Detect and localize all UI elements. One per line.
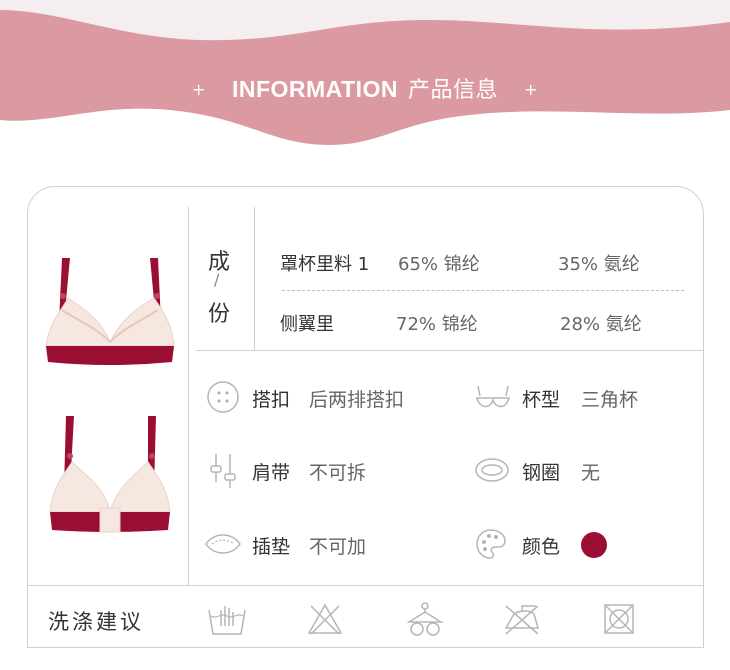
attr-clasp-label: 搭扣 — [252, 389, 291, 411]
divider-comp-dashed — [282, 290, 684, 291]
composition-row-1-name: 罩杯里料 1 — [280, 254, 370, 275]
divider-vertical-comp — [254, 207, 255, 350]
strap-icon — [210, 454, 236, 488]
cup-shape-icon — [476, 385, 510, 408]
divider-vertical-left — [188, 207, 189, 585]
attr-wire-value: 无 — [581, 462, 601, 484]
composition-row-2-v2: 28% 氨纶 — [560, 314, 642, 335]
product-front-image — [45, 258, 175, 365]
composition-row-1-v1: 65% 锦纶 — [398, 254, 480, 275]
composition-label-slash: / — [214, 270, 220, 289]
attr-strap-label: 肩带 — [252, 462, 291, 484]
hand-wash-icon — [208, 606, 246, 635]
attr-pad-value: 不可加 — [309, 536, 367, 558]
no-tumble-dry-icon — [604, 604, 634, 634]
attr-strap-value: 不可拆 — [309, 462, 367, 484]
care-label: 洗涤建议 — [48, 610, 144, 634]
divider-care-top — [27, 585, 704, 586]
color-swatch — [581, 532, 607, 558]
title-cn: 产品信息 — [408, 78, 499, 103]
composition-row-2-v1: 72% 锦纶 — [396, 314, 478, 335]
no-iron-icon — [504, 605, 539, 635]
title-en: INFORMATION — [231, 76, 399, 102]
attr-color-label: 颜色 — [522, 536, 561, 558]
composition-row-1-v2: 35% 氨纶 — [558, 254, 640, 275]
underwire-icon — [475, 458, 509, 482]
plus-right-icon: + — [524, 80, 538, 99]
palette-icon — [476, 529, 506, 559]
attr-wire-label: 钢圈 — [522, 462, 561, 484]
composition-label-bottom: 份 — [208, 302, 231, 327]
composition-row-2-name: 侧翼里 — [280, 314, 334, 335]
divider-comp-bottom — [196, 350, 704, 351]
attr-cup-value: 三角杯 — [581, 389, 639, 411]
plus-left-icon: + — [192, 80, 206, 99]
no-bleach-icon — [307, 603, 343, 635]
pad-icon — [205, 534, 241, 554]
attr-pad-label: 插垫 — [252, 536, 291, 558]
hang-dry-icon — [406, 602, 444, 636]
attr-cup-label: 杯型 — [522, 389, 561, 411]
banner-title: + INFORMATION 产品信息 + — [0, 72, 730, 104]
product-back-image — [49, 416, 171, 533]
button-icon — [207, 381, 239, 413]
attr-clasp-value: 后两排搭扣 — [309, 389, 405, 411]
